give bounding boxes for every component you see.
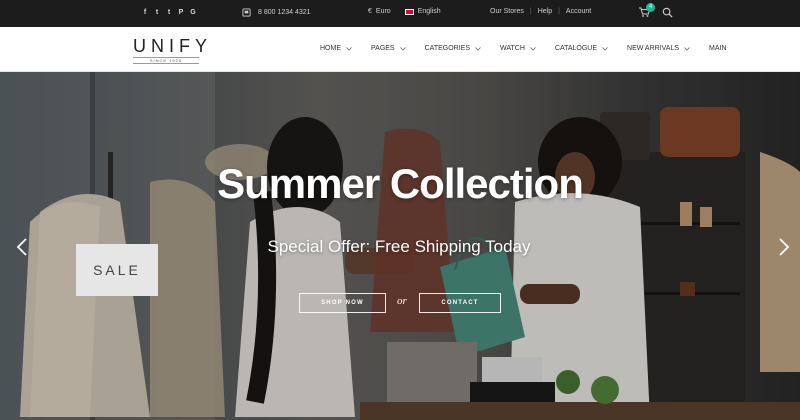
logo-wordmark: UNIFY xyxy=(133,36,212,56)
nav-item-categories[interactable]: CATEGORIES xyxy=(425,45,481,52)
phone-icon xyxy=(242,8,251,17)
tumblr-icon[interactable]: t xyxy=(166,8,172,18)
main-header: UNIFY SINCE 1926 HOME PAGES CATEGORIES W… xyxy=(0,27,800,72)
nav-item-label: WATCH xyxy=(500,45,525,52)
nav-item-watch[interactable]: WATCH xyxy=(500,45,536,52)
locale-selectors: € Euro English xyxy=(368,8,441,15)
search-icon[interactable] xyxy=(662,7,673,18)
uk-flag-icon xyxy=(404,8,414,15)
nav-item-label: PAGES xyxy=(371,45,395,52)
currency-selector[interactable]: Euro xyxy=(376,8,391,15)
help-link[interactable]: Help xyxy=(538,8,552,15)
phone-number: 8 800 1234 4321 xyxy=(258,9,311,16)
chevron-down-icon xyxy=(684,46,690,51)
facebook-icon[interactable]: f xyxy=(142,8,148,18)
our-stores-link[interactable]: Our Stores xyxy=(490,8,524,15)
pinterest-icon[interactable]: P xyxy=(178,8,184,18)
site-logo[interactable]: UNIFY SINCE 1926 xyxy=(133,37,212,64)
chevron-down-icon xyxy=(475,46,481,51)
nav-item-catalogue[interactable]: CATALOGUE xyxy=(555,45,608,52)
social-links: f t t P G xyxy=(142,8,196,18)
phone-info: 8 800 1234 4321 xyxy=(242,8,311,17)
nav-item-label: CATEGORIES xyxy=(424,45,470,52)
language-selector[interactable]: English xyxy=(418,8,441,15)
chevron-down-icon xyxy=(530,46,536,51)
nav-item-label: MAIN xyxy=(709,45,727,52)
shop-now-button[interactable]: SHOP NOW xyxy=(299,293,386,313)
hero-slider: SALE Summer Collection Special Offer: Fr… xyxy=(0,72,800,420)
account-links: Our Stores | Help | Account xyxy=(490,8,591,15)
logo-tagline: SINCE 1926 xyxy=(133,57,199,64)
contact-button[interactable]: CONTACT xyxy=(419,293,501,313)
slider-prev-arrow-icon[interactable] xyxy=(16,238,28,256)
twitter-icon[interactable]: t xyxy=(154,8,160,18)
link-divider: | xyxy=(558,8,560,15)
slider-next-arrow-icon[interactable] xyxy=(778,238,790,256)
nav-item-pages[interactable]: PAGES xyxy=(371,45,406,52)
nav-item-new-arrivals[interactable]: NEW ARRIVALS xyxy=(627,45,690,52)
account-link[interactable]: Account xyxy=(566,8,591,15)
button-separator: or xyxy=(397,295,407,307)
top-bar: f t t P G 8 800 1234 4321 € Euro English… xyxy=(0,0,800,27)
hero-title: Summer Collection xyxy=(217,160,584,207)
currency-icon: € xyxy=(368,8,372,15)
hero-subtitle: Special Offer: Free Shipping Today xyxy=(267,237,531,256)
nav-item-main[interactable]: MAIN xyxy=(709,45,727,52)
chevron-down-icon xyxy=(346,46,352,51)
main-nav: HOME PAGES CATEGORIES WATCH CATALOGUE NE… xyxy=(320,45,727,52)
nav-item-home[interactable]: HOME xyxy=(320,45,352,52)
nav-item-label: CATALOGUE xyxy=(554,45,598,52)
cart-count-badge: 4 xyxy=(646,3,655,12)
google-icon[interactable]: G xyxy=(190,8,196,18)
chevron-down-icon xyxy=(399,46,406,51)
nav-item-label: NEW ARRIVALS xyxy=(627,45,680,52)
nav-item-label: HOME xyxy=(320,45,341,52)
chevron-down-icon xyxy=(602,46,608,51)
link-divider: | xyxy=(529,8,532,15)
